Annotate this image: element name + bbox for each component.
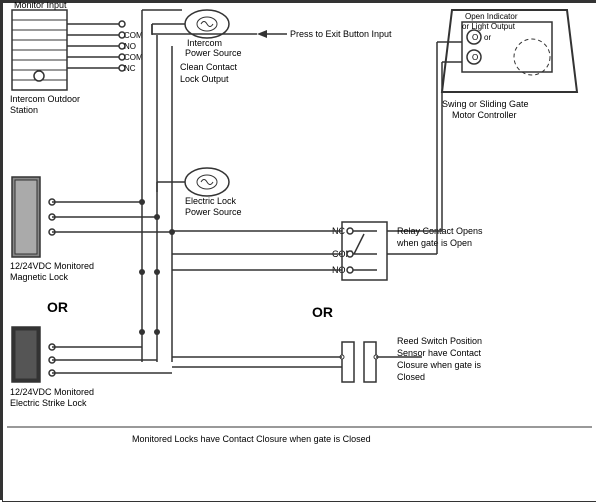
svg-text:NC: NC [124, 64, 136, 73]
svg-text:or Light Output: or Light Output [462, 22, 516, 31]
svg-text:Closure when gate is: Closure when gate is [397, 360, 482, 370]
svg-text:O: O [472, 53, 478, 62]
svg-text:Magnetic Lock: Magnetic Lock [10, 272, 69, 282]
svg-text:when gate is Open: when gate is Open [396, 238, 472, 248]
svg-text:Sensor have Contact: Sensor have Contact [397, 348, 482, 358]
svg-text:12/24VDC Monitored: 12/24VDC Monitored [10, 261, 94, 271]
svg-text:Clean Contact: Clean Contact [180, 62, 238, 72]
svg-text:Intercom: Intercom [187, 38, 222, 48]
svg-text:Power Source: Power Source [185, 48, 242, 58]
svg-text:OR: OR [47, 299, 68, 315]
svg-text:Swing or Sliding Gate: Swing or Sliding Gate [442, 99, 529, 109]
svg-text:Electric Strike Lock: Electric Strike Lock [10, 398, 87, 408]
svg-text:COM: COM [124, 31, 143, 40]
svg-text:Reed Switch Position: Reed Switch Position [397, 336, 482, 346]
svg-text:Monitored Locks have Contact C: Monitored Locks have Contact Closure whe… [132, 434, 371, 444]
svg-text:Monitor Input: Monitor Input [14, 2, 67, 10]
svg-text:Lock Output: Lock Output [180, 74, 229, 84]
svg-text:or: or [484, 33, 491, 42]
svg-text:O: O [472, 33, 478, 42]
svg-text:12/24VDC Monitored: 12/24VDC Monitored [10, 387, 94, 397]
svg-text:Open Indicator: Open Indicator [465, 12, 518, 21]
svg-text:Power Source: Power Source [185, 207, 242, 217]
svg-text:Intercom Outdoor: Intercom Outdoor [10, 94, 80, 104]
svg-text:Electric Lock: Electric Lock [185, 196, 237, 206]
svg-text:Closed: Closed [397, 372, 425, 382]
svg-text:Motor Controller: Motor Controller [452, 110, 517, 120]
svg-text:Station: Station [10, 105, 38, 115]
svg-text:COM: COM [124, 53, 143, 62]
wiring-diagram: Monitor Input COM NO COM NC Inter [0, 0, 596, 500]
svg-text:Press to Exit Button Input: Press to Exit Button Input [290, 29, 392, 39]
svg-text:OR: OR [312, 304, 333, 320]
svg-text:NO: NO [124, 42, 136, 51]
